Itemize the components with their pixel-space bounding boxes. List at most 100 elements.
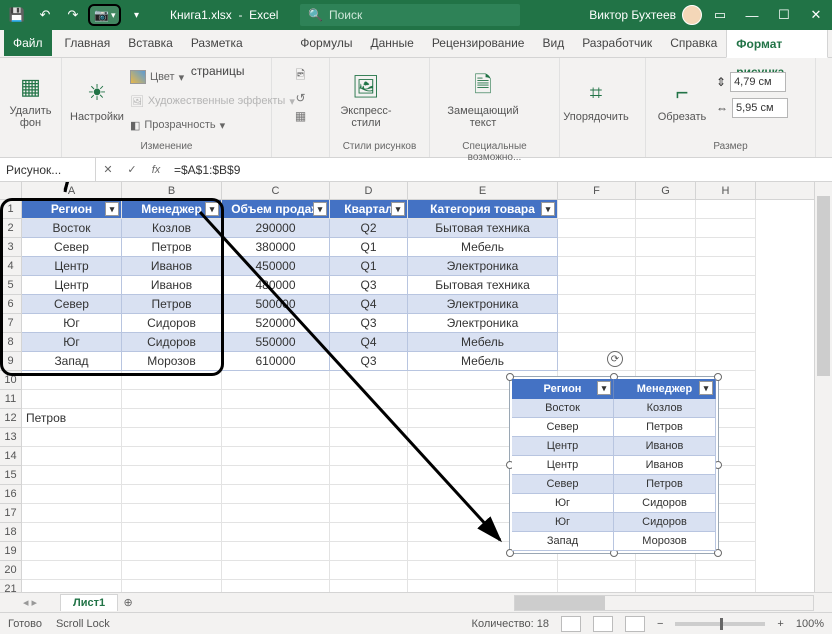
cell[interactable] [122, 485, 222, 504]
page-layout-view-button[interactable] [593, 616, 613, 632]
cell[interactable]: Объем продаж▾ [222, 200, 330, 219]
cell[interactable] [22, 428, 122, 447]
cell[interactable]: Q1 [330, 257, 408, 276]
cell[interactable] [408, 580, 558, 592]
artistic-effects-button[interactable]: 🖼Художественные эффекты ▾ [130, 90, 295, 112]
cell[interactable] [330, 447, 408, 466]
cancel-fx-icon[interactable]: ✕ [96, 158, 120, 181]
tab-insert[interactable]: Вставка [119, 29, 182, 57]
cell[interactable]: Квартал▾ [330, 200, 408, 219]
cell[interactable] [696, 238, 756, 257]
row-header-7[interactable]: 7 [0, 314, 21, 333]
cell[interactable] [22, 466, 122, 485]
cell[interactable] [558, 352, 636, 371]
cell[interactable] [122, 466, 222, 485]
zoom-in-button[interactable]: + [777, 618, 783, 630]
cell[interactable] [22, 504, 122, 523]
cell[interactable]: Электроника [408, 295, 558, 314]
cell[interactable] [222, 409, 330, 428]
col-header-B[interactable]: B [122, 182, 222, 199]
search-box[interactable]: 🔍 Поиск [300, 4, 520, 26]
cell[interactable] [330, 485, 408, 504]
cell[interactable] [222, 504, 330, 523]
cell[interactable] [22, 580, 122, 592]
tab-file[interactable]: Файл [4, 30, 52, 56]
ribbon-options-icon[interactable]: ▭ [704, 0, 736, 30]
cell[interactable] [696, 219, 756, 238]
row-header-8[interactable]: 8 [0, 333, 21, 352]
minimize-icon[interactable]: — [736, 0, 768, 30]
row-header-9[interactable]: 9 [0, 352, 21, 371]
cell[interactable] [696, 314, 756, 333]
cell[interactable]: 550000 [222, 333, 330, 352]
cell[interactable]: Иванов [122, 257, 222, 276]
cell[interactable] [558, 314, 636, 333]
corrections-button[interactable]: ☀Настройки [70, 62, 124, 138]
cell[interactable] [696, 200, 756, 219]
cell[interactable] [122, 447, 222, 466]
cell[interactable] [22, 523, 122, 542]
cell[interactable]: 380000 [222, 238, 330, 257]
row-header-10[interactable]: 10 [0, 371, 21, 390]
row-header-15[interactable]: 15 [0, 466, 21, 485]
tab-data[interactable]: Данные [361, 29, 422, 57]
cell[interactable] [636, 200, 696, 219]
cell[interactable]: Q3 [330, 314, 408, 333]
col-header-F[interactable]: F [558, 182, 636, 199]
enter-fx-icon[interactable]: ✓ [120, 158, 144, 181]
tab-home[interactable]: Главная [56, 29, 120, 57]
transparency-button[interactable]: ◧Прозрачность ▾ [130, 114, 295, 136]
row-header-19[interactable]: 19 [0, 542, 21, 561]
cell[interactable]: Электроника [408, 257, 558, 276]
cell[interactable]: Q3 [330, 276, 408, 295]
tab-formulas[interactable]: Формулы [291, 29, 361, 57]
row-header-6[interactable]: 6 [0, 295, 21, 314]
arrange-button[interactable]: ⌗Упорядочить [568, 62, 624, 138]
cell[interactable] [636, 561, 696, 580]
name-box[interactable]: Рисунок... [0, 158, 96, 181]
cell[interactable] [636, 276, 696, 295]
cell[interactable]: Центр [22, 276, 122, 295]
cell[interactable]: Регион▾ [22, 200, 122, 219]
cell[interactable] [122, 561, 222, 580]
filter-dropdown-icon[interactable]: ▾ [391, 202, 405, 216]
tab-developer[interactable]: Разработчик [573, 29, 661, 57]
cell[interactable] [330, 390, 408, 409]
cell[interactable] [330, 523, 408, 542]
cell[interactable]: Запад [22, 352, 122, 371]
cell[interactable] [636, 219, 696, 238]
cell[interactable] [558, 200, 636, 219]
cell[interactable]: Юг [22, 333, 122, 352]
row-header-1[interactable]: 1 [0, 200, 21, 219]
col-header-G[interactable]: G [636, 182, 696, 199]
sheet-tab[interactable]: Лист1 [60, 594, 118, 611]
column-headers[interactable]: ABCDEFGH [22, 182, 832, 200]
row-header-3[interactable]: 3 [0, 238, 21, 257]
cell[interactable]: Q3 [330, 352, 408, 371]
cell[interactable] [122, 580, 222, 592]
cell[interactable]: Электроника [408, 314, 558, 333]
cell[interactable] [222, 371, 330, 390]
new-sheet-button[interactable]: ⊕ [118, 596, 138, 609]
cell[interactable]: Север [22, 295, 122, 314]
cell[interactable] [636, 580, 696, 592]
cell[interactable]: Центр [22, 257, 122, 276]
cell[interactable] [558, 333, 636, 352]
normal-view-button[interactable] [561, 616, 581, 632]
cell[interactable] [696, 333, 756, 352]
cell[interactable] [330, 580, 408, 592]
cell[interactable] [22, 561, 122, 580]
cell[interactable] [222, 428, 330, 447]
row-header-4[interactable]: 4 [0, 257, 21, 276]
cell[interactable] [222, 390, 330, 409]
cell[interactable] [696, 580, 756, 592]
cell[interactable]: Категория товара▾ [408, 200, 558, 219]
width-input[interactable]: 5,95 см [732, 98, 788, 118]
select-all-corner[interactable] [0, 182, 22, 200]
zoom-slider[interactable] [675, 622, 765, 626]
cell[interactable] [696, 276, 756, 295]
cell[interactable] [222, 542, 330, 561]
cell[interactable]: Менеджер▾ [122, 200, 222, 219]
row-header-16[interactable]: 16 [0, 485, 21, 504]
cell[interactable] [122, 504, 222, 523]
